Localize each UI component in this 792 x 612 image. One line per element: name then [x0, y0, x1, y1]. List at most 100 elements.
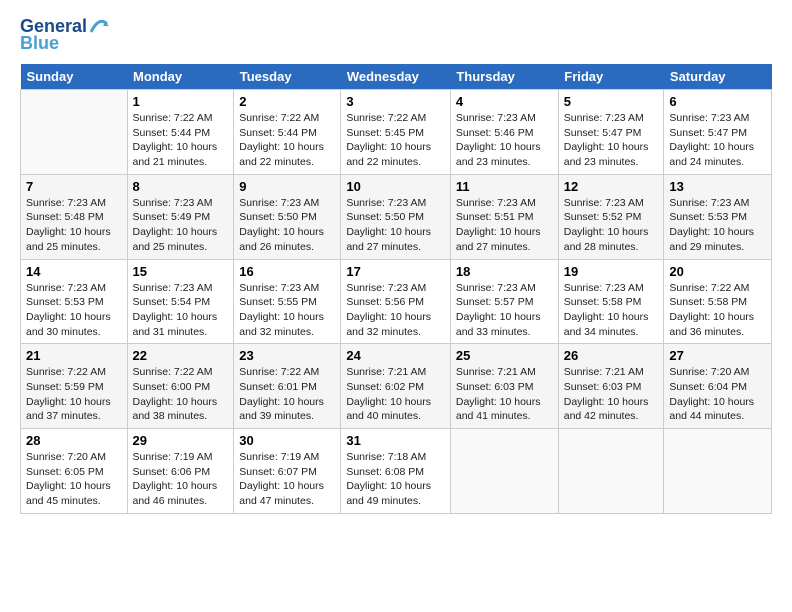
day-number: 16	[239, 264, 335, 279]
calendar-week-4: 21 Sunrise: 7:22 AM Sunset: 5:59 PM Dayli…	[21, 344, 772, 429]
calendar-cell: 30 Sunrise: 7:19 AM Sunset: 6:07 PM Dayli…	[234, 429, 341, 514]
day-info: Sunrise: 7:21 AM Sunset: 6:03 PM Dayligh…	[456, 365, 553, 424]
calendar-cell	[664, 429, 772, 514]
calendar-cell: 16 Sunrise: 7:23 AM Sunset: 5:55 PM Dayli…	[234, 259, 341, 344]
day-info: Sunrise: 7:23 AM Sunset: 5:47 PM Dayligh…	[564, 111, 659, 170]
calendar-cell: 1Sunrise: 7:22 AM Sunset: 5:44 PM Daylig…	[127, 90, 234, 175]
day-number: 31	[346, 433, 445, 448]
day-info: Sunrise: 7:22 AM Sunset: 5:59 PM Dayligh…	[26, 365, 122, 424]
day-number: 26	[564, 348, 659, 363]
day-number: 30	[239, 433, 335, 448]
calendar-cell: 14 Sunrise: 7:23 AM Sunset: 5:53 PM Dayli…	[21, 259, 128, 344]
calendar-cell: 10 Sunrise: 7:23 AM Sunset: 5:50 PM Dayli…	[341, 174, 451, 259]
day-number: 1	[133, 94, 229, 109]
day-info: Sunrise: 7:22 AM Sunset: 6:00 PM Dayligh…	[133, 365, 229, 424]
day-number: 24	[346, 348, 445, 363]
day-info: Sunrise: 7:23 AM Sunset: 5:56 PM Dayligh…	[346, 281, 445, 340]
day-info: Sunrise: 7:23 AM Sunset: 5:52 PM Dayligh…	[564, 196, 659, 255]
calendar-cell: 20Sunrise: 7:22 AM Sunset: 5:58 PM Dayli…	[664, 259, 772, 344]
day-info: Sunrise: 7:23 AM Sunset: 5:58 PM Dayligh…	[564, 281, 659, 340]
calendar-cell	[558, 429, 664, 514]
day-info: Sunrise: 7:23 AM Sunset: 5:49 PM Dayligh…	[133, 196, 229, 255]
day-info: Sunrise: 7:19 AM Sunset: 6:06 PM Dayligh…	[133, 450, 229, 509]
calendar-cell: 8 Sunrise: 7:23 AM Sunset: 5:49 PM Daylig…	[127, 174, 234, 259]
day-number: 21	[26, 348, 122, 363]
day-info: Sunrise: 7:23 AM Sunset: 5:48 PM Dayligh…	[26, 196, 122, 255]
day-number: 25	[456, 348, 553, 363]
day-number: 15	[133, 264, 229, 279]
day-info: Sunrise: 7:23 AM Sunset: 5:47 PM Dayligh…	[669, 111, 766, 170]
day-info: Sunrise: 7:23 AM Sunset: 5:51 PM Dayligh…	[456, 196, 553, 255]
day-info: Sunrise: 7:22 AM Sunset: 5:44 PM Dayligh…	[239, 111, 335, 170]
calendar-header-row: SundayMondayTuesdayWednesdayThursdayFrid…	[21, 64, 772, 90]
weekday-header-thursday: Thursday	[450, 64, 558, 90]
day-info: Sunrise: 7:23 AM Sunset: 5:53 PM Dayligh…	[26, 281, 122, 340]
day-info: Sunrise: 7:18 AM Sunset: 6:08 PM Dayligh…	[346, 450, 445, 509]
calendar-cell	[21, 90, 128, 175]
day-number: 5	[564, 94, 659, 109]
day-number: 4	[456, 94, 553, 109]
day-info: Sunrise: 7:22 AM Sunset: 6:01 PM Dayligh…	[239, 365, 335, 424]
calendar-cell: 11 Sunrise: 7:23 AM Sunset: 5:51 PM Dayli…	[450, 174, 558, 259]
day-info: Sunrise: 7:20 AM Sunset: 6:05 PM Dayligh…	[26, 450, 122, 509]
calendar-cell: 26 Sunrise: 7:21 AM Sunset: 6:03 PM Dayli…	[558, 344, 664, 429]
calendar-cell: 3Sunrise: 7:22 AM Sunset: 5:45 PM Daylig…	[341, 90, 451, 175]
day-info: Sunrise: 7:23 AM Sunset: 5:53 PM Dayligh…	[669, 196, 766, 255]
calendar-cell: 28 Sunrise: 7:20 AM Sunset: 6:05 PM Dayli…	[21, 429, 128, 514]
calendar-cell: 2 Sunrise: 7:22 AM Sunset: 5:44 PM Daylig…	[234, 90, 341, 175]
logo-swoosh-icon	[89, 18, 109, 36]
calendar-cell: 23 Sunrise: 7:22 AM Sunset: 6:01 PM Dayli…	[234, 344, 341, 429]
logo-wordmark: General Blue	[20, 16, 109, 54]
calendar-cell: 18 Sunrise: 7:23 AM Sunset: 5:57 PM Dayli…	[450, 259, 558, 344]
day-info: Sunrise: 7:23 AM Sunset: 5:46 PM Dayligh…	[456, 111, 553, 170]
day-number: 6	[669, 94, 766, 109]
day-info: Sunrise: 7:20 AM Sunset: 6:04 PM Dayligh…	[669, 365, 766, 424]
calendar-week-1: 1 Sunrise: 7:22 AM Sunset: 5:44 PM Daylig…	[21, 90, 772, 175]
day-number: 3	[346, 94, 445, 109]
calendar-cell: 9 Sunrise: 7:23 AM Sunset: 5:50 PM Daylig…	[234, 174, 341, 259]
day-number: 11	[456, 179, 553, 194]
day-number: 9	[239, 179, 335, 194]
day-info: Sunrise: 7:21 AM Sunset: 6:02 PM Dayligh…	[346, 365, 445, 424]
calendar-cell: 4 Sunrise: 7:23 AM Sunset: 5:46 PM Daylig…	[450, 90, 558, 175]
calendar-cell: 19 Sunrise: 7:23 AM Sunset: 5:58 PM Dayli…	[558, 259, 664, 344]
calendar-cell	[450, 429, 558, 514]
day-info: Sunrise: 7:23 AM Sunset: 5:54 PM Dayligh…	[133, 281, 229, 340]
day-info: Sunrise: 7:21 AM Sunset: 6:03 PM Dayligh…	[564, 365, 659, 424]
calendar-week-5: 28 Sunrise: 7:20 AM Sunset: 6:05 PM Dayli…	[21, 429, 772, 514]
day-number: 10	[346, 179, 445, 194]
day-number: 8	[133, 179, 229, 194]
day-number: 23	[239, 348, 335, 363]
day-info: Sunrise: 7:19 AM Sunset: 6:07 PM Dayligh…	[239, 450, 335, 509]
calendar-cell: 13 Sunrise: 7:23 AM Sunset: 5:53 PM Dayli…	[664, 174, 772, 259]
calendar-cell: 22 Sunrise: 7:22 AM Sunset: 6:00 PM Dayli…	[127, 344, 234, 429]
weekday-header-tuesday: Tuesday	[234, 64, 341, 90]
calendar-cell: 21 Sunrise: 7:22 AM Sunset: 5:59 PM Dayli…	[21, 344, 128, 429]
calendar-cell: 5 Sunrise: 7:23 AM Sunset: 5:47 PM Daylig…	[558, 90, 664, 175]
weekday-header-monday: Monday	[127, 64, 234, 90]
day-number: 27	[669, 348, 766, 363]
day-number: 14	[26, 264, 122, 279]
day-number: 13	[669, 179, 766, 194]
day-info: Sunrise: 7:23 AM Sunset: 5:50 PM Dayligh…	[346, 196, 445, 255]
day-info: Sunrise: 7:23 AM Sunset: 5:50 PM Dayligh…	[239, 196, 335, 255]
weekday-header-saturday: Saturday	[664, 64, 772, 90]
calendar-cell: 17 Sunrise: 7:23 AM Sunset: 5:56 PM Dayli…	[341, 259, 451, 344]
header: General Blue	[20, 16, 772, 54]
day-number: 28	[26, 433, 122, 448]
day-number: 2	[239, 94, 335, 109]
weekday-header-wednesday: Wednesday	[341, 64, 451, 90]
calendar-cell: 24 Sunrise: 7:21 AM Sunset: 6:02 PM Dayli…	[341, 344, 451, 429]
day-info: Sunrise: 7:23 AM Sunset: 5:55 PM Dayligh…	[239, 281, 335, 340]
calendar-table: SundayMondayTuesdayWednesdayThursdayFrid…	[20, 64, 772, 514]
day-info: Sunrise: 7:22 AM Sunset: 5:58 PM Dayligh…	[669, 281, 766, 340]
day-number: 17	[346, 264, 445, 279]
weekday-header-friday: Friday	[558, 64, 664, 90]
calendar-cell: 25 Sunrise: 7:21 AM Sunset: 6:03 PM Dayli…	[450, 344, 558, 429]
day-number: 22	[133, 348, 229, 363]
day-number: 18	[456, 264, 553, 279]
day-number: 7	[26, 179, 122, 194]
calendar-cell: 29Sunrise: 7:19 AM Sunset: 6:06 PM Dayli…	[127, 429, 234, 514]
day-number: 19	[564, 264, 659, 279]
day-info: Sunrise: 7:23 AM Sunset: 5:57 PM Dayligh…	[456, 281, 553, 340]
